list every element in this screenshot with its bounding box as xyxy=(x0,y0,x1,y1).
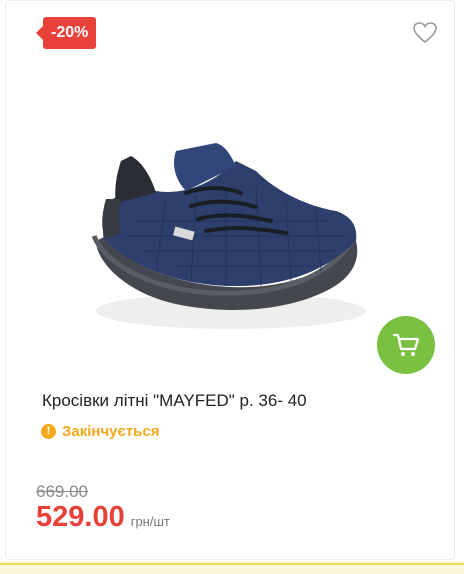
wishlist-button[interactable] xyxy=(412,21,438,45)
product-card: -20% Кросівки літні "MAYFED" р. 36- 40 !… xyxy=(5,0,455,560)
current-price: 529.00 xyxy=(36,501,125,533)
heart-outline-icon xyxy=(413,22,437,44)
product-image[interactable] xyxy=(66,121,386,346)
product-title[interactable]: Кросівки літні "MAYFED" р. 36- 40 xyxy=(42,391,442,411)
stock-status-label: Закінчується xyxy=(62,423,160,440)
discount-badge: -20% xyxy=(35,17,97,49)
bottom-divider xyxy=(0,563,464,565)
stock-status: ! Закінчується xyxy=(41,423,159,440)
old-price: 669.00 xyxy=(36,482,88,501)
price-row: 529.00 грн/шт xyxy=(36,501,170,534)
warning-icon: ! xyxy=(41,424,56,439)
shopping-cart-icon xyxy=(392,333,420,356)
price-unit: грн/шт xyxy=(130,514,170,529)
add-to-cart-button[interactable] xyxy=(377,316,435,374)
